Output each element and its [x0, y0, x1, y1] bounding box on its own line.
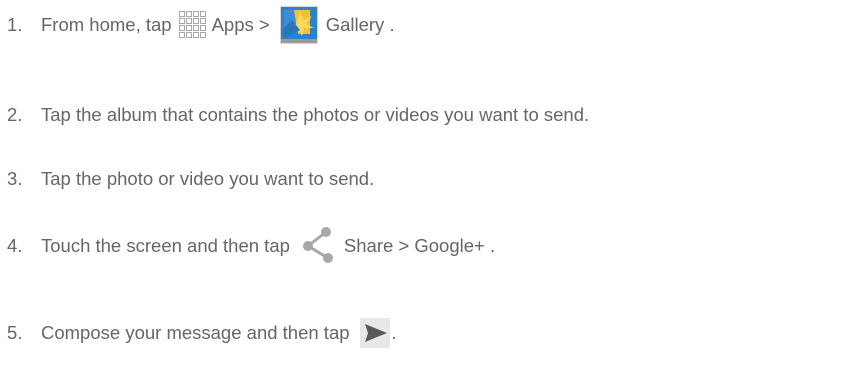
step-number: 1.: [7, 14, 23, 35]
send-icon: [359, 318, 390, 348]
step-number: 5.: [7, 322, 23, 343]
step-text: .: [391, 322, 397, 343]
step-text: Tap the album that contains the photos o…: [41, 104, 590, 125]
step-text: Touch the screen and then tap: [41, 235, 290, 256]
step-3: 3. Tap the photo or video you want to se…: [7, 168, 374, 190]
share-icon: [300, 226, 336, 266]
step-text: Compose your message and then tap: [41, 322, 350, 343]
step-text: From home, tap: [41, 14, 172, 35]
step-text: Share > Google+ .: [343, 235, 496, 256]
step-text: Tap the photo or video you want to send.: [41, 168, 375, 189]
step-number: 4.: [7, 235, 23, 256]
step-text: Gallery .: [325, 14, 395, 35]
apps-grid-icon: [178, 10, 208, 40]
step-1: 1. From home, tap Apps > Gallery .: [7, 6, 395, 44]
gallery-icon: [279, 6, 318, 44]
step-2: 2. Tap the album that contains the photo…: [7, 104, 589, 126]
step-number: 2.: [7, 104, 23, 125]
step-text: Apps >: [211, 14, 270, 35]
step-number: 3.: [7, 168, 23, 189]
step-5: 5. Compose your message and then tap .: [7, 318, 397, 348]
step-4: 4. Touch the screen and then tap Share >…: [7, 226, 495, 266]
